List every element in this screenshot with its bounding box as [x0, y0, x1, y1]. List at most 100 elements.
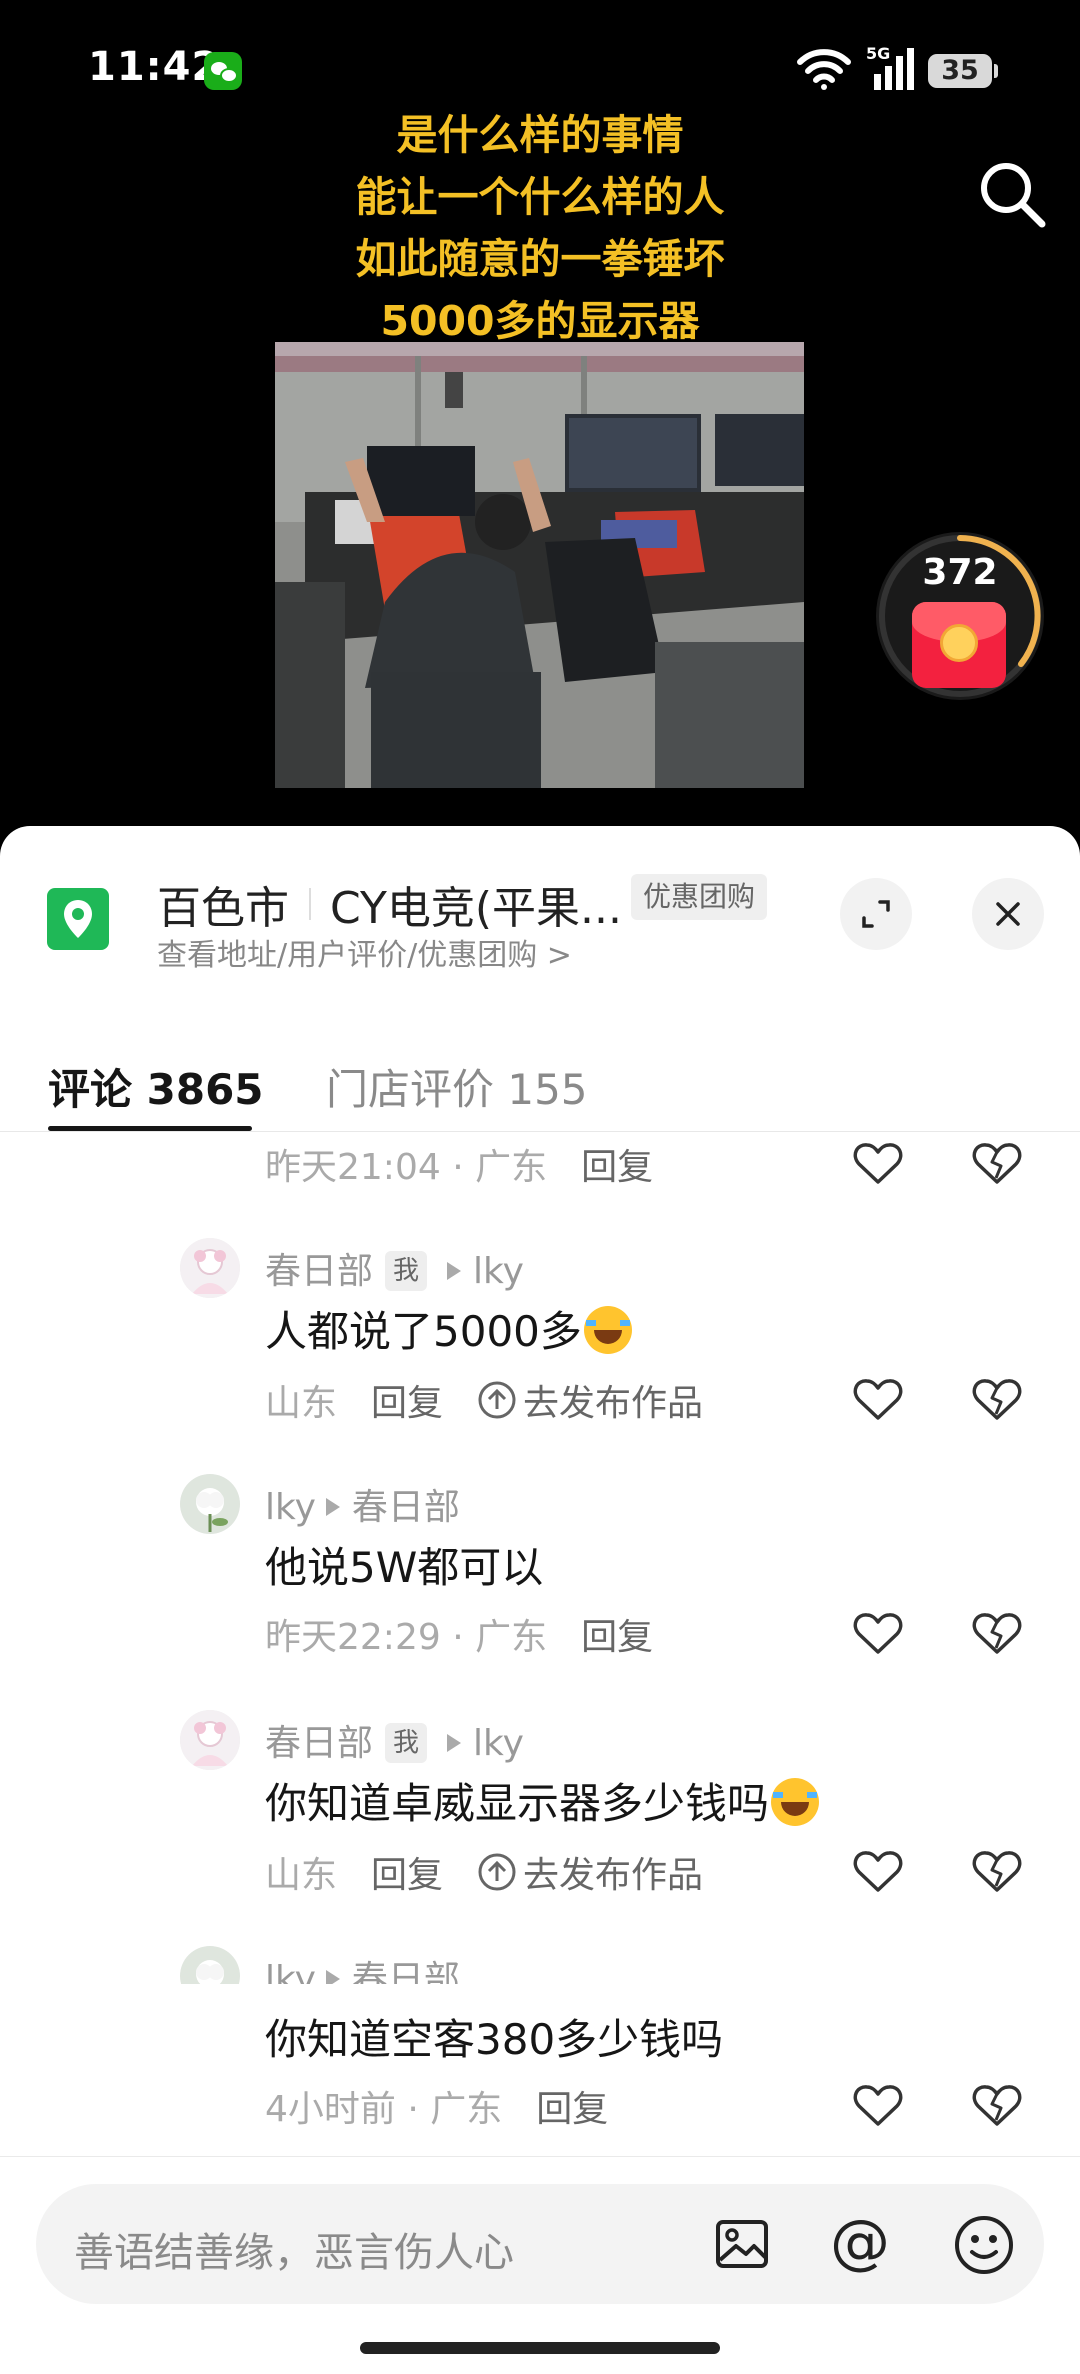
- avatar[interactable]: [180, 1474, 240, 1534]
- comment-author[interactable]: lky: [265, 1959, 316, 1984]
- reply-to-user[interactable]: lky: [473, 1251, 524, 1292]
- dislike-icon[interactable]: [972, 1850, 1022, 1894]
- comment-body: 人都说了5000多: [265, 1307, 582, 1356]
- avatar[interactable]: [180, 1710, 240, 1770]
- video-player[interactable]: [275, 342, 804, 788]
- comment-input[interactable]: 善语结善缘，恶言伤人心 @: [36, 2184, 1044, 2304]
- publish-icon: [478, 1853, 516, 1891]
- comment-meta: 山东 回复 去发布作品: [265, 1846, 703, 1898]
- reply-arrow-icon: [325, 1970, 340, 1984]
- input-divider: [0, 2156, 1080, 2157]
- home-indicator[interactable]: [360, 2342, 720, 2354]
- comment-time-location: 昨天21:04 · 广东: [265, 1147, 548, 1188]
- publish-label: 去发布作品: [523, 1383, 704, 1424]
- comment-input-placeholder: 善语结善缘，恶言伤人心: [74, 2230, 514, 2276]
- location-subtitle[interactable]: 查看地址/用户评价/优惠团购 >: [157, 930, 572, 974]
- comment-author[interactable]: 春日部: [265, 1251, 373, 1292]
- status-time: 11:42: [88, 44, 221, 90]
- tab-bar: 评论 3865 门店评价 155: [0, 1040, 1080, 1132]
- dislike-icon[interactable]: [972, 1612, 1022, 1656]
- location-city[interactable]: 百色市: [157, 872, 289, 936]
- me-badge: 我: [385, 1723, 428, 1763]
- comment-list[interactable]: 昨天21:04 · 广东 回复 春日部我 lky 人都说了5000多 山东 回复 去发布: [0, 1132, 1080, 1984]
- me-badge: 我: [385, 1251, 428, 1291]
- group-buy-badge[interactable]: 优惠团购: [631, 874, 768, 920]
- publish-work-button[interactable]: 去发布作品: [477, 1853, 704, 1896]
- wifi-icon: [797, 49, 851, 90]
- emoji-icon[interactable]: [953, 2214, 1015, 2276]
- comment-text: 人都说了5000多: [265, 1298, 632, 1359]
- tab-comments[interactable]: 评论 3865: [48, 1056, 264, 1117]
- video-caption: 是什么样的事情 能让一个什么样的人 如此随意的一拳锤坏 5000多的显示器: [0, 104, 1080, 352]
- battery-indicator: 35: [928, 54, 992, 88]
- like-icon[interactable]: [853, 1850, 903, 1894]
- like-icon[interactable]: [853, 2084, 903, 2128]
- reply-arrow-icon: [325, 1498, 340, 1516]
- reply-button[interactable]: 回复: [581, 1147, 653, 1188]
- reply-arrow-icon: [447, 1262, 462, 1280]
- red-packet-button[interactable]: 372: [876, 532, 1044, 700]
- location-divider: [309, 888, 311, 920]
- reply-to-user[interactable]: 春日部: [352, 1959, 460, 1984]
- location-store[interactable]: CY电竞(平果...: [330, 872, 622, 936]
- reply-to-user[interactable]: lky: [473, 1723, 524, 1764]
- caption-line: 是什么样的事情: [396, 111, 684, 159]
- comment-author-row: lky 春日部: [265, 1950, 460, 1984]
- comment-meta: 昨天22:29 · 广东 回复: [265, 1608, 653, 1660]
- image-icon[interactable]: [714, 2216, 770, 2272]
- close-button[interactable]: [972, 878, 1044, 950]
- like-icon[interactable]: [853, 1378, 903, 1422]
- publish-label: 去发布作品: [523, 1855, 704, 1896]
- dislike-icon[interactable]: [972, 1142, 1022, 1186]
- avatar[interactable]: [180, 1238, 240, 1298]
- wechat-icon: [204, 52, 242, 90]
- comment-body: 他说5W都可以: [265, 1543, 544, 1592]
- mention-icon[interactable]: @: [830, 2212, 890, 2272]
- reply-button[interactable]: 回复: [371, 1383, 443, 1424]
- comment-text: 他说5W都可以: [265, 1534, 543, 1595]
- expand-icon: [862, 900, 890, 928]
- avatar[interactable]: [180, 1946, 240, 1984]
- signal-icon: [874, 48, 914, 90]
- like-icon[interactable]: [853, 1142, 903, 1186]
- comment-author-row: lky 春日部: [265, 1478, 460, 1530]
- reply-button[interactable]: 回复: [536, 2089, 608, 2130]
- comment-body: 你知道空客380多少钱吗: [265, 2015, 724, 2064]
- comment-text: 你知道卓威显示器多少钱吗: [265, 1770, 820, 1831]
- comment-author[interactable]: 春日部: [265, 1723, 373, 1764]
- comment-location: 山东: [265, 1855, 338, 1896]
- dislike-icon[interactable]: [972, 2084, 1022, 2128]
- laugh-cry-emoji-icon: [583, 1306, 632, 1354]
- comment-text: 你知道空客380多少钱吗: [265, 2006, 723, 2067]
- publish-work-button[interactable]: 去发布作品: [477, 1381, 704, 1424]
- comment-meta: 山东 回复 去发布作品: [265, 1374, 703, 1426]
- tab-active-indicator: [48, 1126, 252, 1131]
- comment-meta: 昨天21:04 · 广东 回复: [265, 1138, 653, 1190]
- comment-author[interactable]: lky: [265, 1487, 316, 1528]
- video-frame-image: [275, 342, 804, 788]
- red-packet-count: 372: [922, 552, 998, 593]
- reply-arrow-icon: [447, 1734, 462, 1752]
- like-icon[interactable]: [853, 1612, 903, 1656]
- dislike-icon[interactable]: [972, 1378, 1022, 1422]
- reply-to-user[interactable]: 春日部: [352, 1487, 460, 1528]
- comment-location: 山东: [265, 1383, 338, 1424]
- comment-time-location: 4小时前 · 广东: [265, 2089, 503, 2130]
- reply-button[interactable]: 回复: [581, 1617, 653, 1658]
- comment-time-location: 昨天22:29 · 广东: [265, 1617, 548, 1658]
- publish-icon: [478, 1381, 516, 1419]
- comment-author-row: 春日部我 lky: [265, 1714, 524, 1766]
- comment-author-row: 春日部我 lky: [265, 1242, 524, 1294]
- red-packet-coin: [940, 624, 978, 662]
- location-pin-icon: [47, 888, 109, 950]
- close-icon: [996, 902, 1020, 926]
- comment-body: 你知道卓威显示器多少钱吗: [265, 1779, 770, 1828]
- comment-sheet: 百色市 CY电竞(平果... 优惠团购 查看地址/用户评价/优惠团购 > 评论 …: [0, 826, 1080, 2374]
- caption-line: 能让一个什么样的人: [355, 173, 725, 221]
- tab-store-reviews[interactable]: 门店评价 155: [326, 1056, 588, 1117]
- reply-button[interactable]: 回复: [371, 1855, 443, 1896]
- search-icon[interactable]: [978, 160, 1048, 230]
- expand-button[interactable]: [840, 878, 912, 950]
- laugh-cry-emoji-icon: [771, 1778, 820, 1826]
- battery-tip: [994, 64, 998, 78]
